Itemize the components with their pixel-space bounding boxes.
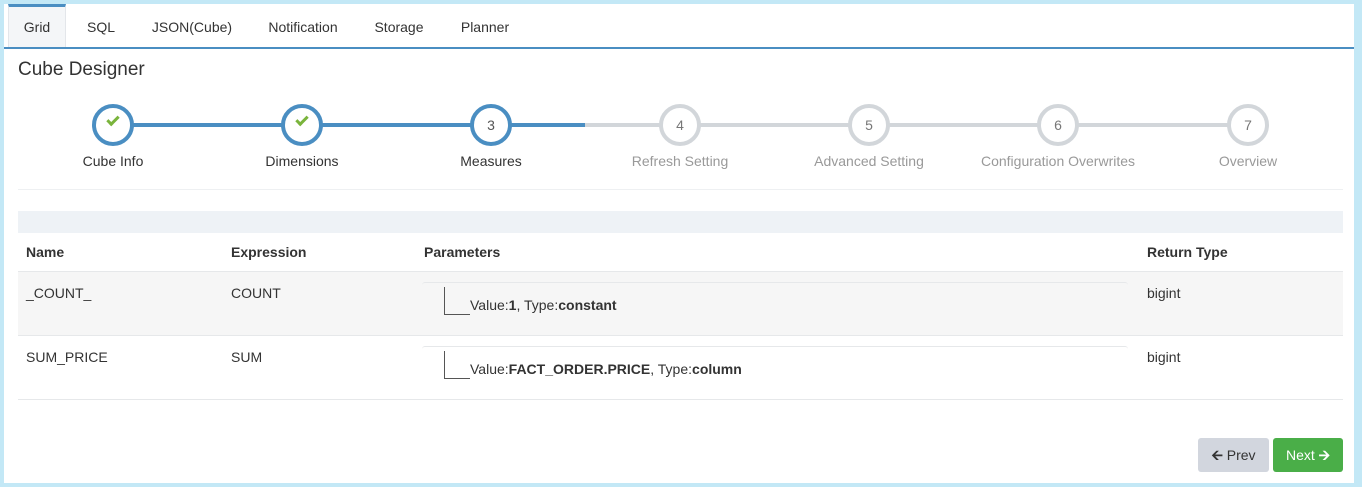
step-label: Configuration Overwrites — [980, 153, 1136, 169]
arrow-right-icon: 🡪 — [1318, 447, 1331, 463]
column-header-return-type: Return Type — [1139, 234, 1343, 272]
tab-json-cube[interactable]: JSON(Cube) — [144, 4, 240, 47]
page-title: Cube Designer — [18, 59, 145, 80]
step-circle: 6 — [1037, 104, 1079, 146]
parameter-text: Value:FACT_ORDER.PRICE, Type:column — [470, 360, 742, 377]
column-header-name: Name — [18, 234, 223, 272]
step-circle — [92, 104, 134, 146]
step-circle: 4 — [659, 104, 701, 146]
step-circle — [281, 104, 323, 146]
table-toolbar — [18, 211, 1343, 233]
column-header-expression: Expression — [223, 234, 416, 272]
cell-return-type: bigint — [1139, 335, 1343, 400]
wizard-steps: Cube Info Dimensions 3 Measures 4 Refres… — [18, 104, 1343, 190]
measures-table: Name Expression Parameters Return Type _… — [18, 234, 1343, 400]
wizard-step-measures[interactable]: 3 Measures — [391, 104, 591, 169]
check-icon — [295, 112, 309, 127]
next-label: Next — [1285, 447, 1315, 463]
table-header-row: Name Expression Parameters Return Type — [18, 234, 1343, 272]
step-label: Refresh Setting — [631, 153, 729, 169]
wizard-step-dimensions[interactable]: Dimensions — [202, 104, 402, 169]
step-label: Overview — [1218, 153, 1278, 169]
wizard-step-configuration-overwrites[interactable]: 6 Configuration Overwrites — [958, 104, 1158, 169]
cell-name: SUM_PRICE — [18, 335, 223, 400]
column-header-parameters: Parameters — [416, 234, 1139, 272]
tree-connector — [444, 350, 470, 379]
step-label: Advanced Setting — [814, 153, 924, 169]
tab-storage[interactable]: Storage — [366, 4, 432, 47]
cell-name: _COUNT_ — [18, 271, 223, 336]
wizard-step-advanced-setting[interactable]: 5 Advanced Setting — [769, 104, 969, 169]
tab-planner[interactable]: Planner — [452, 4, 518, 47]
cell-expression: SUM — [223, 335, 416, 400]
wizard-step-cube-info[interactable]: Cube Info — [13, 104, 213, 169]
cell-parameters: Value:FACT_ORDER.PRICE, Type:column — [416, 335, 1139, 400]
step-label: Cube Info — [82, 153, 144, 169]
next-button[interactable]: Next 🡪 — [1273, 438, 1343, 472]
parameter-tree: Value:1, Type:constant — [422, 281, 1128, 315]
step-circle: 5 — [848, 104, 890, 146]
parameter-text: Value:1, Type:constant — [470, 296, 617, 313]
arrow-left-icon: 🡨 — [1211, 447, 1223, 463]
tab-bar: Grid SQL JSON(Cube) Notification Storage… — [4, 4, 1354, 49]
wizard-step-refresh-setting[interactable]: 4 Refresh Setting — [580, 104, 780, 169]
cell-parameters: Value:1, Type:constant — [416, 271, 1139, 336]
prev-button[interactable]: 🡨 Prev — [1198, 438, 1269, 472]
table-row[interactable]: _COUNT_ COUNT Value:1, Type:constant big… — [18, 271, 1343, 336]
step-label: Measures — [460, 153, 522, 169]
app-frame: Grid SQL JSON(Cube) Notification Storage… — [4, 4, 1354, 483]
parameter-tree: Value:FACT_ORDER.PRICE, Type:column — [422, 345, 1128, 379]
tab-sql[interactable]: SQL — [78, 4, 124, 47]
cell-return-type: bigint — [1139, 271, 1343, 336]
prev-label: Prev — [1226, 447, 1256, 463]
tree-connector — [444, 286, 470, 315]
table-row[interactable]: SUM_PRICE SUM Value:FACT_ORDER.PRICE, Ty… — [18, 335, 1343, 400]
tab-notification[interactable]: Notification — [260, 4, 346, 47]
step-circle: 7 — [1227, 104, 1269, 146]
wizard-step-overview[interactable]: 7 Overview — [1148, 104, 1348, 169]
tab-grid[interactable]: Grid — [8, 4, 66, 47]
step-label: Dimensions — [265, 153, 339, 169]
cell-expression: COUNT — [223, 271, 416, 336]
check-icon — [106, 112, 120, 127]
step-circle: 3 — [470, 104, 512, 146]
